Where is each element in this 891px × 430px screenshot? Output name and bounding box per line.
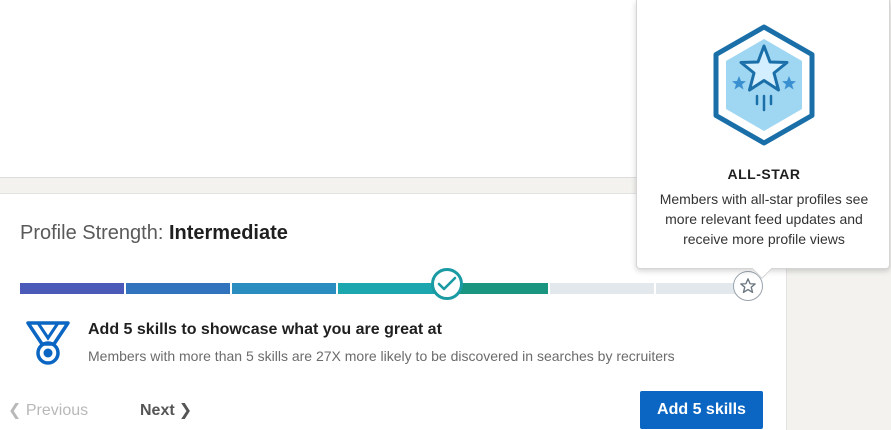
all-star-badge-icon xyxy=(711,24,817,146)
add-skills-button[interactable]: Add 5 skills xyxy=(640,391,763,429)
profile-strength-label: Profile Strength: xyxy=(20,222,169,244)
star-icon xyxy=(740,278,756,294)
profile-strength-heading: Profile Strength: Intermediate xyxy=(20,222,288,245)
meter-segment-filled xyxy=(338,283,442,294)
meter-segment-filled xyxy=(232,283,336,294)
current-level-marker xyxy=(431,268,463,300)
task-title: Add 5 skills to showcase what you are gr… xyxy=(88,321,442,338)
chevron-right-icon: ❯ xyxy=(178,402,193,419)
next-link[interactable]: Next ❯ xyxy=(140,400,192,420)
tooltip-description: Members with all-star profiles see more … xyxy=(659,191,869,247)
profile-strength-level: Intermediate xyxy=(168,222,288,244)
meter-segment-filled xyxy=(126,283,230,294)
medal-icon xyxy=(24,320,72,368)
chevron-left-icon: ❮ xyxy=(8,402,22,419)
meter-segment-filled xyxy=(20,283,124,294)
tooltip-title: ALL-STAR xyxy=(727,166,801,182)
next-label: Next xyxy=(140,402,175,419)
check-icon xyxy=(437,276,457,291)
all-star-tooltip: ALL-STAR Members with all-star profiles … xyxy=(636,0,890,279)
meter-segment-empty xyxy=(550,283,654,294)
previous-link[interactable]: ❮ Previous xyxy=(8,400,88,420)
task-description: Members with more than 5 skills are 27X … xyxy=(88,348,675,364)
profile-strength-meter xyxy=(20,268,763,301)
previous-label: Previous xyxy=(25,402,89,419)
